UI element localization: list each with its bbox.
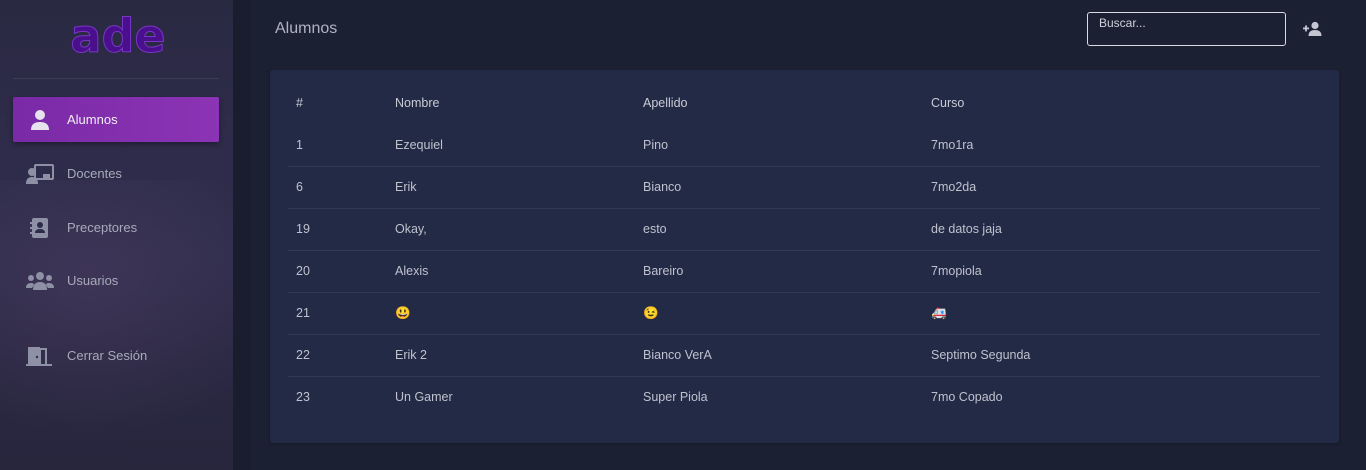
cell-apellido: Bareiro [635,249,923,292]
cell-apellido: Bianco VerA [635,333,923,376]
cell-nombre: Erik [387,165,635,208]
cell-curso: 7mo1ra [931,137,974,152]
sidebar-item-cerrar-sesion[interactable]: Cerrar Sesión [13,333,219,378]
cell-apellido: Super Piola [635,375,923,418]
user-icon [25,107,55,133]
column-header-nombre: Nombre [395,96,440,110]
table-row[interactable]: 21 😃 😉 🚑 [288,291,1320,334]
table-row[interactable]: 19 Okay, esto de datos jaja [288,207,1320,250]
sidebar-item-alumnos[interactable]: Alumnos [13,97,219,142]
cell-number: 1 [296,137,303,152]
logo-icon: ade [70,12,166,62]
cell-apellido: Bianco [635,165,923,208]
table-row[interactable]: 1 Ezequiel Pino 7mo1ra [288,124,1320,166]
sidebar-item-label: Alumnos [67,112,118,127]
table-header-row: # Nombre Apellido Curso [288,82,1320,124]
sidebar-item-preceptores[interactable]: Preceptores [13,205,219,250]
door-open-icon [25,343,55,369]
users-icon [25,268,55,294]
cell-curso: 🚑 [923,291,1320,334]
sidebar-item-label: Usuarios [67,273,119,288]
sidebar: ade Alumnos Docentes Preceptores Usuario… [0,0,233,470]
table-row[interactable]: 6 Erik Bianco 7mo2da [288,165,1320,208]
cell-number: 6 [288,165,387,208]
column-header-apellido: Apellido [643,96,688,110]
cell-nombre: Alexis [387,249,635,292]
cell-curso: 7mopiola [923,249,1320,292]
user-plus-icon [1303,21,1322,36]
sidebar-divider [13,78,219,79]
cell-curso: 7mo Copado [923,375,1320,418]
add-user-button[interactable] [1301,18,1325,40]
sidebar-item-label: Docentes [67,166,122,181]
cell-apellido: esto [635,207,923,250]
cell-apellido: 😉 [635,291,923,334]
sidebar-item-label: Preceptores [67,220,138,235]
cell-nombre: Ezequiel [395,137,443,152]
column-header-curso: Curso [931,96,965,110]
sidebar-item-usuarios[interactable]: Usuarios [13,258,219,303]
cell-number: 21 [288,291,387,334]
sidebar-item-docentes[interactable]: Docentes [13,151,219,196]
search-input[interactable] [1087,12,1286,46]
table-row[interactable]: 22 Erik 2 Bianco VerA Septimo Segunda [288,333,1320,376]
cell-curso: 7mo2da [923,165,1320,208]
column-header-number: # [296,96,303,110]
students-table: # Nombre Apellido Curso 1 Ezequiel Pino … [288,82,1320,418]
sidebar-item-label: Cerrar Sesión [67,348,148,363]
cell-number: 19 [288,207,387,250]
cell-number: 23 [288,375,387,418]
cell-number: 20 [288,249,387,292]
cell-nombre: Erik 2 [387,333,635,376]
page-title: Alumnos [275,20,338,37]
cell-curso: Septimo Segunda [923,333,1320,376]
cell-nombre: Okay, [387,207,635,250]
students-table-card: # Nombre Apellido Curso 1 Ezequiel Pino … [270,70,1339,443]
cell-curso: de datos jaja [923,207,1320,250]
app-logo[interactable]: ade [70,12,166,62]
address-book-icon [25,215,55,241]
table-row[interactable]: 23 Un Gamer Super Piola 7mo Copado [288,375,1320,418]
table-row[interactable]: 20 Alexis Bareiro 7mopiola [288,249,1320,292]
cell-number: 22 [288,333,387,376]
svg-text:ade: ade [70,12,165,62]
sidebar-edge [233,0,251,470]
chalkboard-teacher-icon [25,161,55,187]
cell-apellido: Pino [643,137,669,152]
cell-nombre: Un Gamer [387,375,635,418]
cell-nombre: 😃 [387,291,635,334]
